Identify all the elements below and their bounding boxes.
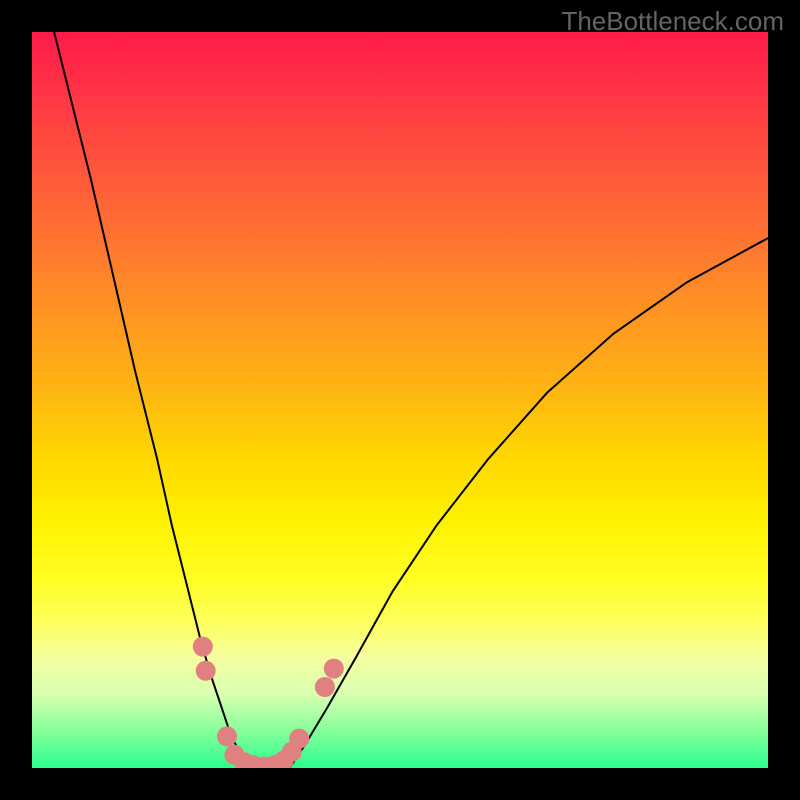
marker-point (196, 661, 216, 681)
plot-area (32, 32, 768, 768)
watermark-label: TheBottleneck.com (561, 6, 784, 37)
chart-svg (32, 32, 768, 768)
marker-point (289, 729, 309, 749)
marker-point (217, 726, 237, 746)
marker-point (324, 659, 344, 679)
curve-right-curve (290, 238, 768, 768)
marker-point (315, 677, 335, 697)
chart-markers (193, 637, 344, 768)
chart-curves (54, 32, 768, 768)
curve-left-curve (54, 32, 253, 768)
marker-point (193, 637, 213, 657)
